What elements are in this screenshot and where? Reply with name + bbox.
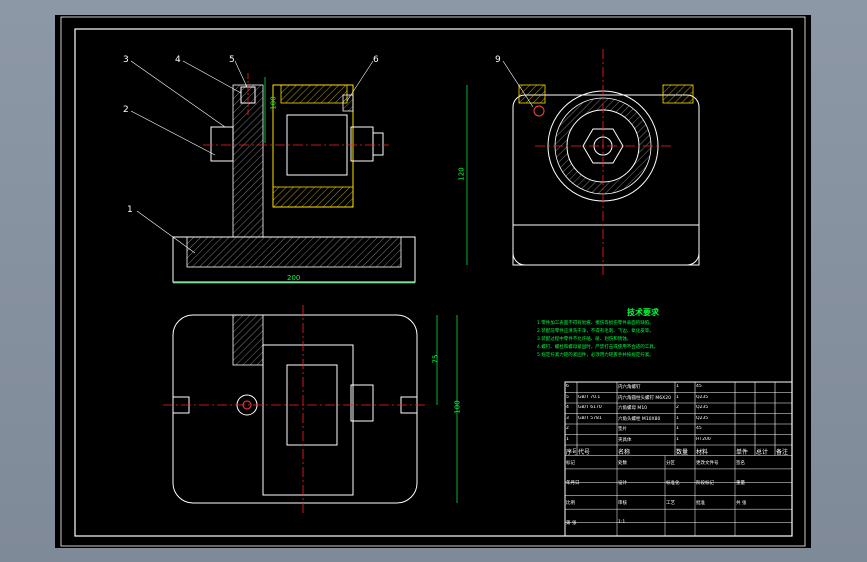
cad-canvas: 1 2 3 4 5 6 9 200 100 120 75 100 技术要求 1.… [55,15,811,548]
bom-cell: GB/T 5781 [578,415,602,421]
tech-req-title: 技术要求 [627,308,659,317]
bom-cell: Q235 [696,415,709,421]
callout-4: 4 [175,55,181,65]
leader-2 [130,110,216,156]
title-block-cell: 签名 [736,460,745,466]
side-pin [533,105,545,117]
side-top-yellow-right [662,84,694,104]
title-block-cell: 共 张 [736,500,747,506]
washer [342,94,354,112]
nut-right [350,126,374,162]
leader-5 [234,60,248,88]
tech-req-line: 2.装配前零件应清洗干净，不得有毛刺、飞边、氧化皮等。 [537,329,654,334]
tech-req-line: 1.零件加工表面不得有划痕、擦伤等损伤零件表面的缺陷。 [537,321,654,326]
bom-cell: 45 [696,384,702,389]
callout-2: 2 [123,105,129,115]
title-block-cell: 设计 [618,480,627,486]
clamp-top-hatch [280,84,348,104]
bom-cell: 2 [566,426,569,431]
side-base [512,224,700,266]
callout-3: 3 [123,55,129,65]
bom-cell: 夹具体 [618,437,632,443]
title-block-cell: 审核 [618,500,627,506]
title-block-cell: 年月日 [566,480,580,486]
dim-side-height: 120 [457,167,466,181]
plan-upright-hatch [232,314,264,366]
bolt-end [372,132,384,156]
bom-cell: HT200 [696,436,711,442]
bom-header-cell: 序号 [566,449,576,456]
callout-5: 5 [229,55,235,65]
title-block-cell: 第 张 [566,520,577,526]
bom-cell: 45 [696,426,702,431]
clamp-bottom-hatch [272,186,354,208]
assembly-drawing [60,16,806,547]
tech-req-line: 3.装配过程中零件不允许磕、碰、划伤和锈蚀。 [537,337,632,342]
callout-6: 6 [373,55,379,65]
leader-1 [136,210,196,254]
bom-cell: 1 [676,394,679,400]
leader-9 [502,60,534,108]
bom-cell: 六角螺母 M10 [618,406,648,411]
dim-front-height: 100 [269,96,278,110]
bom-cell: 6 [566,384,569,389]
bom-cell: 1 [566,436,569,442]
plan-nut [350,384,374,422]
leader-3 [130,60,226,128]
bom-header-cell: 名称 [618,449,631,456]
dim-front-width: 200 [287,274,301,282]
callout-1: 1 [127,205,133,215]
tech-req-list: 1.零件加工表面不得有划痕、擦伤等损伤零件表面的缺陷。 2.装配前零件应清洗干净… [537,320,787,360]
bom-header-cell: 材料 [696,449,709,456]
plan-clamp [262,344,354,496]
bom-cell: 1 [676,415,679,421]
front-view [130,60,416,284]
title-block-cell: 处数 [618,460,627,466]
title-block-cell: 批准 [696,500,705,506]
side-top-yellow-left [518,84,546,104]
dim-plan-depth: 75 [431,354,440,364]
bom-cell: 4 [566,405,569,410]
bom-cell: 1 [676,436,679,442]
bom-cell: 1 [676,426,679,431]
bom-header-cell: 备注 [776,449,789,456]
bom-cell: 内六角螺钉 [618,385,641,390]
title-block-cell: 标准化 [666,480,680,486]
callout-9: 9 [495,55,501,65]
leader-4 [182,60,242,94]
nut-left [210,126,234,162]
title-block-cell: 1:1 [618,519,626,525]
bom-cell: 5 [566,394,569,400]
bom-header-cell: 单件 [736,449,749,456]
title-block-cell: 工艺 [666,500,675,506]
tech-req-line: 5.规定拧紧力矩的紧固件，必须用力矩扳手并按规定拧紧。 [537,353,654,358]
plan-view [163,305,458,513]
title-block-cell: 比例 [566,500,575,506]
bom-cell: 2 [676,405,679,410]
bom-cell: 内六角圆柱头螺钉 M6X20 [618,395,671,401]
side-view [466,49,700,275]
base-hatch [186,236,402,268]
bom-cell: 垫片 [618,427,627,432]
bom-cell: 3 [566,415,569,421]
upright-hatch [232,84,264,238]
bom-cell: GB/T 70.1 [578,394,601,400]
title-block-cell: 标记 [566,460,575,466]
bom-header-cell: 代号 [578,449,591,456]
plan-body [172,314,418,504]
bom-header-cell: 数量 [676,449,689,456]
title-block-cell: 重量 [736,480,745,486]
title-block-cell: 更改文件号 [696,460,719,466]
title-block-cell: 阶段标记 [696,480,714,486]
bom-header-cell: 总计 [756,449,769,456]
bom-cell: 1 [676,384,679,389]
bom-cell: 六角头螺栓 M10X80 [618,416,661,422]
title-block-cell: 分区 [666,460,675,466]
bom-cell: GB/T 6170 [578,405,602,410]
bom-cell: Q235 [696,394,709,400]
tech-req-line: 4.螺钉、螺栓和螺母紧固时，严禁打击或使用不合适的工具。 [537,345,659,350]
bom-cell: Q235 [696,405,709,410]
dim-plan-width: 100 [453,400,462,414]
leader-6 [346,60,374,102]
